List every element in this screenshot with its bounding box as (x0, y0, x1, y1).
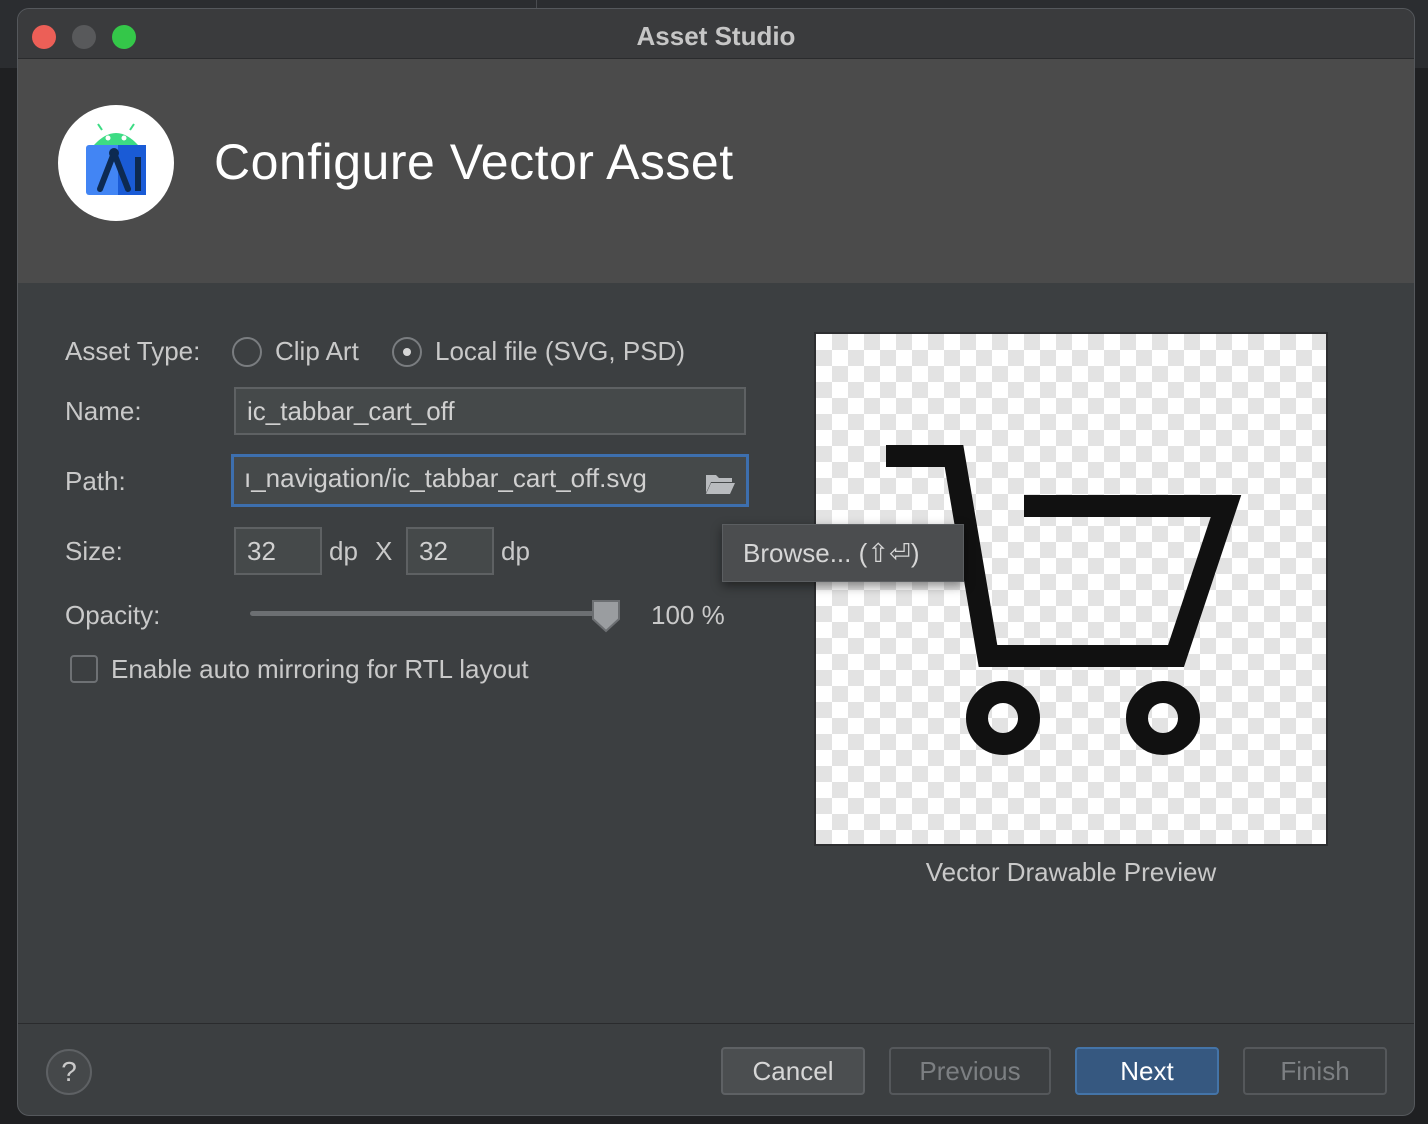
android-studio-logo (58, 105, 174, 221)
size-separator: X (375, 536, 393, 566)
name-label: Name: (65, 396, 142, 426)
finish-button[interactable]: Finish (1243, 1047, 1387, 1095)
size-height-unit: dp (501, 536, 530, 566)
path-label: Path: (65, 466, 126, 496)
size-label: Size: (65, 536, 123, 566)
shopping-cart-icon (886, 445, 1242, 755)
wizard-header: Configure Vector Asset (18, 59, 1414, 283)
help-button[interactable]: ? (46, 1049, 92, 1095)
previous-button[interactable]: Previous (889, 1047, 1051, 1095)
browse-tooltip: Browse... (⇧⏎) (722, 524, 964, 582)
android-studio-icon (86, 123, 146, 195)
size-width-field[interactable]: 32 (234, 527, 322, 575)
opacity-value: 100 % (651, 600, 725, 630)
radio-clip-art-label[interactable]: Clip Art (275, 336, 359, 367)
next-button[interactable]: Next (1075, 1047, 1219, 1095)
rtl-mirroring-label[interactable]: Enable auto mirroring for RTL layout (111, 654, 529, 685)
size-height-field[interactable]: 32 (406, 527, 494, 575)
cancel-button[interactable]: Cancel (721, 1047, 865, 1095)
window-title: Asset Studio (636, 21, 796, 51)
title-bar: Asset Studio (18, 9, 1414, 59)
page-title: Configure Vector Asset (214, 134, 734, 190)
path-field[interactable]: ı_navigation/ic_tabbar_cart_off.svg (231, 454, 749, 507)
preview-caption: Vector Drawable Preview (925, 857, 1217, 887)
footer-divider (18, 1023, 1414, 1024)
folder-icon[interactable] (704, 467, 736, 504)
size-width-unit: dp (329, 536, 358, 566)
rtl-mirroring-checkbox[interactable] (70, 655, 98, 683)
radio-local-file[interactable] (392, 337, 422, 367)
opacity-label: Opacity: (65, 600, 161, 630)
asset-type-label: Asset Type: (65, 336, 201, 366)
vector-preview (814, 332, 1328, 846)
asset-studio-dialog: Asset Studio Configure Vector Asset Asse… (17, 8, 1415, 1116)
opacity-slider-track[interactable] (250, 611, 606, 616)
radio-clip-art[interactable] (232, 337, 262, 367)
name-field[interactable]: ic_tabbar_cart_off (234, 387, 746, 435)
opacity-slider-thumb[interactable] (591, 599, 621, 638)
radio-local-file-label[interactable]: Local file (SVG, PSD) (435, 336, 685, 367)
path-value: ı_navigation/ic_tabbar_cart_off.svg (244, 463, 647, 493)
